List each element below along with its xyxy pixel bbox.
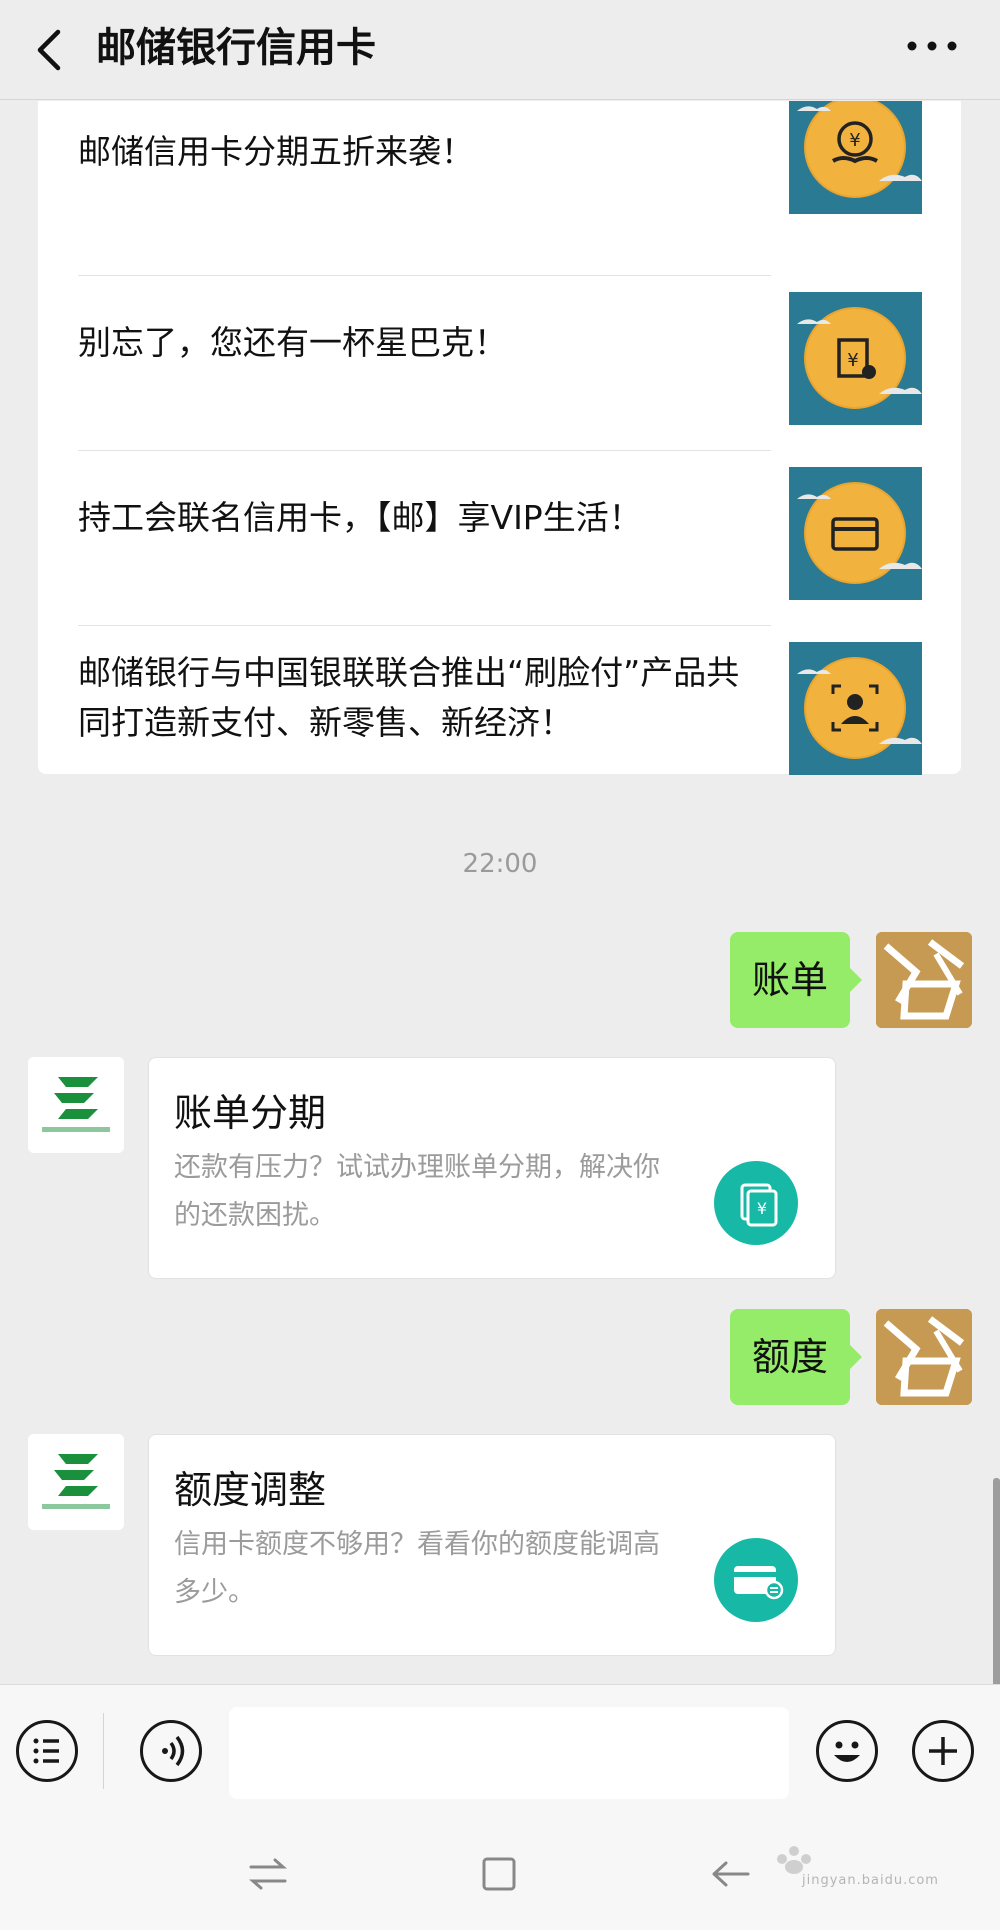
bank-avatar[interactable] <box>28 1057 124 1153</box>
scrollbar-thumb[interactable] <box>993 1478 1000 1684</box>
user-avatar[interactable] <box>876 1309 972 1405</box>
news-title: 别忘了，您还有一杯星巴克！ <box>78 323 507 362</box>
news-item[interactable]: 别忘了，您还有一杯星巴克！ ¥ <box>78 276 922 451</box>
news-item[interactable]: 邮储银行与中国银联联合推出“刷脸付”产品共同打造新支付、新零售、新经济！ <box>78 626 922 775</box>
postal-bank-logo-icon <box>28 1434 124 1530</box>
card-title: 账单分期 <box>174 1091 327 1135</box>
input-bar <box>0 1684 1000 1819</box>
chevron-left-icon[interactable] <box>28 24 72 76</box>
timestamp: 22:00 <box>462 849 538 879</box>
news-item[interactable]: 持工会联名信用卡，【邮】享VIP生活！ <box>78 451 922 626</box>
avatar-icon <box>876 932 972 1028</box>
bill-installment-card[interactable]: 账单分期 还款有压力？试试办理账单分期，解决你的还款困扰。 ¥ <box>148 1057 836 1279</box>
bank-avatar[interactable] <box>28 1434 124 1530</box>
news-thumbnail <box>789 467 922 600</box>
chat-area[interactable]: 邮储信用卡分期五折来袭！ ¥ 别忘了，您还有一杯星巴克！ ¥ 持工会联名信用卡，… <box>0 101 1000 1684</box>
card-adjust-icon <box>714 1538 798 1622</box>
gift-card-icon: ¥ <box>797 307 922 409</box>
news-card: 邮储信用卡分期五折来袭！ ¥ 别忘了，您还有一杯星巴克！ ¥ 持工会联名信用卡，… <box>38 101 961 775</box>
watermark-text: jingyan.baidu.com <box>802 1873 939 1888</box>
card-description: 信用卡额度不够用？看看你的额度能调高多少。 <box>174 1529 660 1608</box>
system-nav-bar: jingyan.baidu.com <box>0 1819 1000 1930</box>
square-home-icon[interactable] <box>476 1851 522 1897</box>
back-arrow-icon[interactable] <box>708 1851 754 1897</box>
face-scan-icon <box>797 657 922 759</box>
user-message-bubble[interactable]: 额度 <box>730 1309 863 1405</box>
card-description: 还款有压力？试试办理账单分期，解决你的还款困扰。 <box>174 1152 660 1231</box>
postal-bank-logo-icon <box>28 1057 124 1153</box>
emoji-icon[interactable] <box>816 1720 878 1782</box>
news-title: 邮储信用卡分期五折来袭！ <box>78 132 474 171</box>
user-avatar[interactable] <box>876 932 972 1028</box>
news-thumbnail: ¥ <box>789 101 922 214</box>
news-thumbnail <box>789 642 922 775</box>
baidu-watermark: jingyan.baidu.com <box>762 1839 972 1919</box>
avatar-icon <box>876 1309 972 1405</box>
plus-icon[interactable] <box>912 1720 974 1782</box>
news-title: 邮储银行与中国银联联合推出“刷脸付”产品共同打造新支付、新零售、新经济！ <box>78 653 740 742</box>
news-title: 持工会联名信用卡，【邮】享VIP生活！ <box>78 498 642 537</box>
menu-list-icon[interactable] <box>16 1720 78 1782</box>
news-thumbnail: ¥ <box>789 292 922 425</box>
divider <box>103 1713 104 1789</box>
more-dots-icon[interactable] <box>902 24 962 68</box>
limit-adjust-card[interactable]: 额度调整 信用卡额度不够用？看看你的额度能调高多少。 <box>148 1434 836 1656</box>
message-input[interactable] <box>229 1707 789 1799</box>
top-bar: 邮储银行信用卡 <box>0 0 1000 100</box>
svg-text:¥: ¥ <box>849 130 860 151</box>
credit-card-icon <box>797 482 922 584</box>
voice-icon[interactable] <box>140 1720 202 1782</box>
svg-text:¥: ¥ <box>847 350 858 371</box>
bill-yen-icon: ¥ <box>714 1161 798 1245</box>
yen-coin-hand-icon: ¥ <box>797 101 922 198</box>
chat-title: 邮储银行信用卡 <box>96 25 376 71</box>
card-title: 额度调整 <box>174 1468 327 1512</box>
svg-text:¥: ¥ <box>757 1199 767 1218</box>
switch-arrows-icon[interactable] <box>245 1851 291 1897</box>
user-message-bubble[interactable]: 账单 <box>730 932 863 1028</box>
news-item[interactable]: 邮储信用卡分期五折来袭！ ¥ <box>78 101 922 276</box>
